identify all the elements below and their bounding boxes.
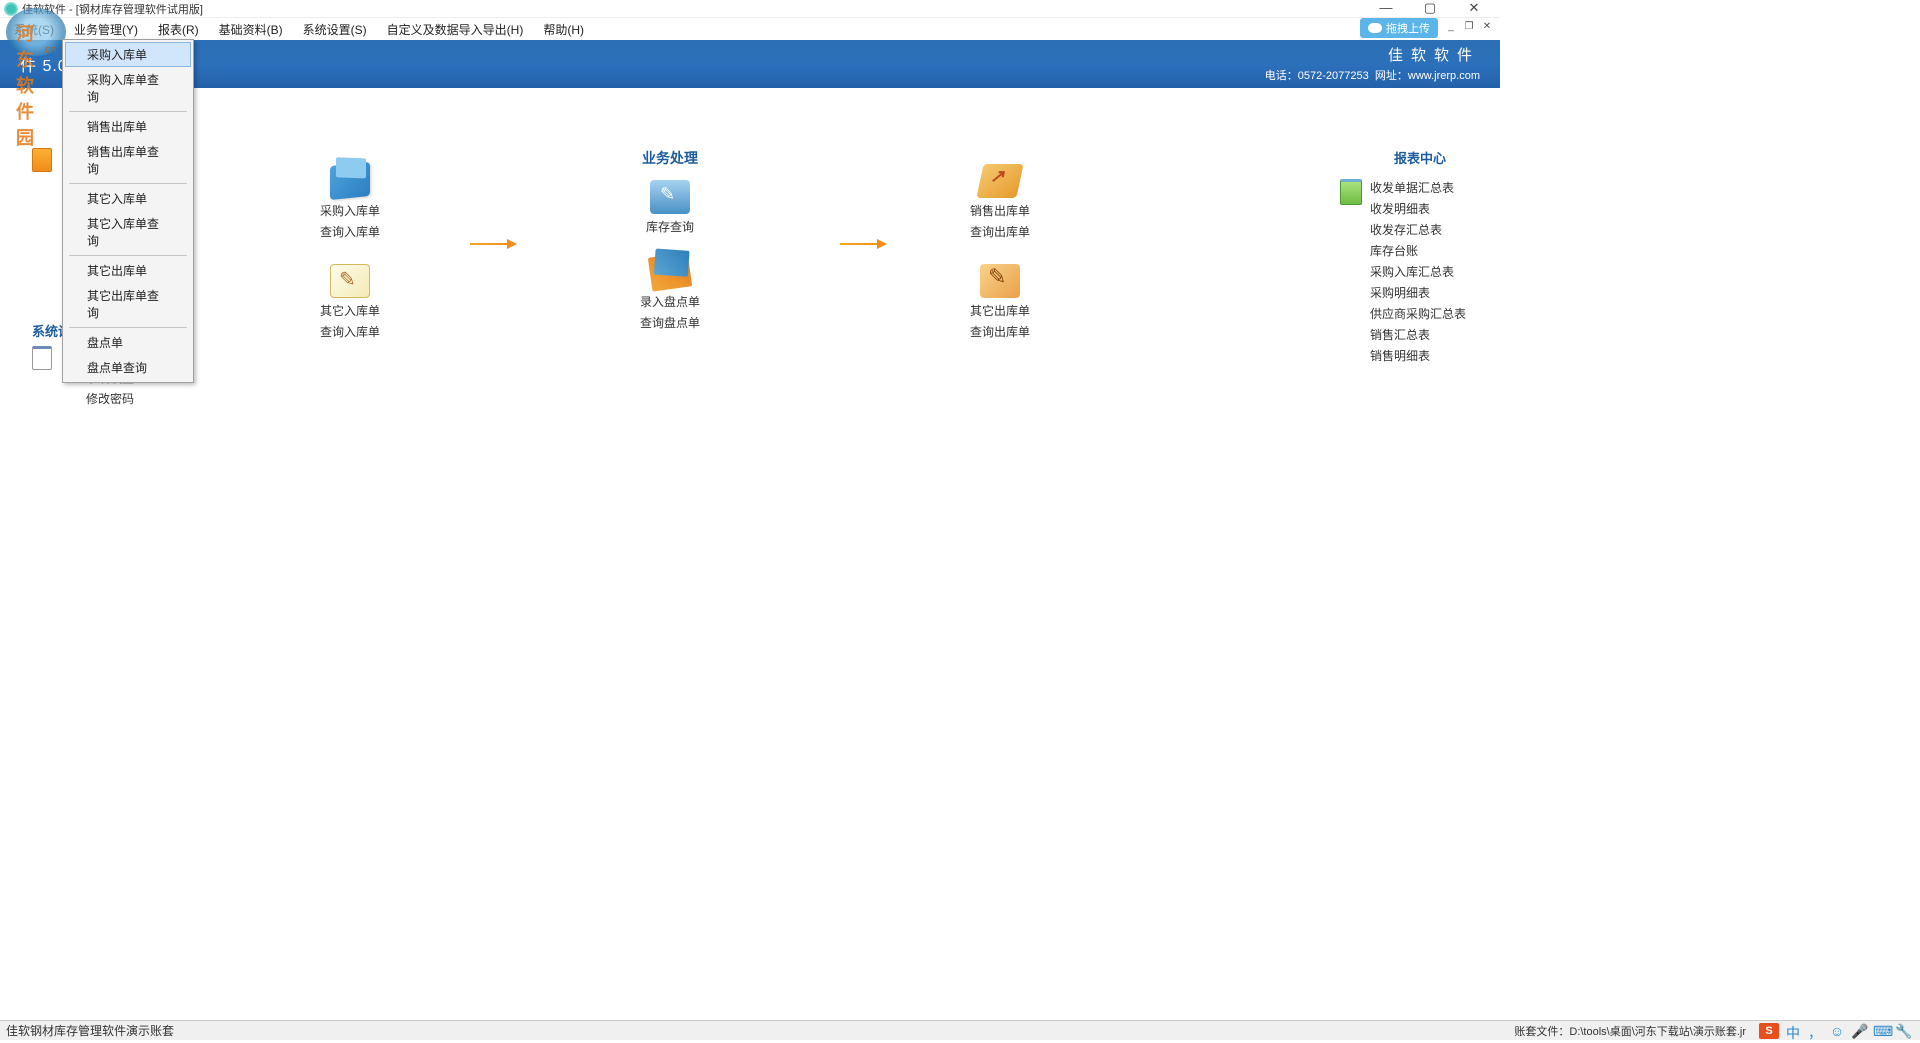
reports-panel: 报表中心 收发单据汇总表 收发明细表 收发存汇总表 库存台账 采购入库汇总表 采… [1340,88,1500,792]
ime-indicator[interactable]: S [1759,1023,1779,1039]
drag-upload-badge[interactable]: 拖拽上传 [1360,18,1438,38]
note-icon[interactable] [330,264,370,298]
calendar-icon [32,346,52,370]
mdi-restore-icon[interactable]: ❐ [1462,21,1476,35]
ime-mic-icon[interactable]: 🎤 [1851,1023,1867,1039]
dd-separator [69,255,187,256]
status-file-path: 账套文件：D:\tools\桌面\河东下载站\演示账套.jr [1514,1023,1746,1039]
report-item[interactable]: 收发明细表 [1370,198,1500,219]
flow-arrow-icon [470,243,514,245]
dd-purchase-in-query[interactable]: 采购入库单查询 [65,67,191,109]
report-item[interactable]: 销售汇总表 [1370,324,1500,345]
report-item[interactable]: 收发存汇总表 [1370,219,1500,240]
dd-other-out-query[interactable]: 其它出库单查询 [65,283,191,325]
report-icon [1340,179,1362,205]
flow-stock-query[interactable]: 库存查询 [640,218,700,235]
ime-punct-icon[interactable]: ， [1807,1023,1823,1039]
ime-emoji-icon[interactable]: ☺ [1829,1023,1845,1039]
workspace: 部门 仓库 客户 材质 产地 系统设置 打印模板设计 系统设置 修改密码 采购入… [0,88,1500,792]
status-bar: 佳软钢材库存管理软件演示账套 账套文件：D:\tools\桌面\河东下载站\演示… [0,1020,1920,1040]
flow-column-process: 业务处理 库存查询 录入盘点单 查询盘点单 [640,148,700,335]
menu-system[interactable]: 系统(S) [4,18,64,41]
dd-sales-out[interactable]: 销售出库单 [65,114,191,139]
flow-other-out[interactable]: 其它出库单 [970,302,1030,319]
dd-other-in[interactable]: 其它入库单 [65,186,191,211]
menu-custom-import-export[interactable]: 自定义及数据导入导出(H) [377,18,534,41]
upload-badge-label: 拖拽上传 [1386,20,1430,36]
ime-settings-icon[interactable]: 🔧 [1895,1023,1911,1039]
flow-other-in[interactable]: 其它入库单 [320,302,380,319]
menu-help[interactable]: 帮助(H) [533,18,594,41]
canvas: 采购入库单 查询入库单 其它入库单 查询入库单 业务处理 库存查询 录入盘点单 … [170,88,1340,792]
ime-keyboard-icon[interactable]: ⌨ [1873,1023,1889,1039]
flow-query-sales-out[interactable]: 查询出库单 [970,223,1030,240]
mdi-minimize-icon[interactable]: _ [1444,21,1458,35]
banner-brand: 佳软软件 [1265,44,1480,65]
banner-title: 件 5.0 [20,52,68,76]
report-item[interactable]: 供应商采购汇总表 [1370,303,1500,324]
dd-inventory-check[interactable]: 盘点单 [65,330,191,355]
reports-title: 报表中心 [1340,148,1500,167]
banner-contact: 电话：0572-2077253 网址：www.jrerp.com [1265,67,1480,83]
menu-bar: 系统(S) 业务管理(Y) 报表(R) 基础资料(B) 系统设置(S) 自定义及… [0,18,1500,40]
cloud-icon [1368,23,1382,33]
dd-other-in-query[interactable]: 其它入库单查询 [65,211,191,253]
report-item[interactable]: 收发单据汇总表 [1370,177,1500,198]
report-item[interactable]: 采购入库汇总表 [1370,261,1500,282]
nav-group-icon [32,148,52,172]
flow-query-in[interactable]: 查询入库单 [320,223,380,240]
dd-sales-out-query[interactable]: 销售出库单查询 [65,139,191,181]
dd-separator [69,183,187,184]
folder-icon[interactable] [330,162,370,200]
flow-query-check[interactable]: 查询盘点单 [640,314,700,331]
status-left-text: 佳软钢材库存管理软件演示账套 [6,1022,174,1039]
flow-input-check[interactable]: 录入盘点单 [640,293,700,310]
books-icon[interactable] [648,252,692,291]
menu-settings[interactable]: 系统设置(S) [293,18,377,41]
menu-reports[interactable]: 报表(R) [148,18,209,41]
mdi-close-icon[interactable]: ✕ [1480,21,1494,35]
dd-separator [69,327,187,328]
box-icon[interactable] [650,180,690,214]
ime-lang-icon[interactable]: 中 [1785,1023,1801,1039]
flow-sales-out[interactable]: 销售出库单 [970,202,1030,219]
flow-query-other-out[interactable]: 查询出库单 [970,323,1030,340]
dd-inventory-check-query[interactable]: 盘点单查询 [65,355,191,380]
flow-title-process: 业务处理 [640,148,700,168]
app-banner: 件 5.0 佳软软件 电话：0572-2077253 网址：www.jrerp.… [0,40,1500,88]
flow-arrow-icon [840,243,884,245]
dd-other-out[interactable]: 其它出库单 [65,258,191,283]
flow-query-other-in[interactable]: 查询入库单 [320,323,380,340]
app-icon [4,2,18,16]
flow-purchase-in[interactable]: 采购入库单 [320,202,380,219]
pen-icon[interactable] [980,264,1020,298]
report-item[interactable]: 销售明细表 [1370,345,1500,366]
title-bar: 佳软软件 - [钢材库存管理软件试用版] — ▢ ✕ [0,0,1500,18]
dd-purchase-in[interactable]: 采购入库单 [65,42,191,67]
menu-business[interactable]: 业务管理(Y) [64,18,148,41]
report-item[interactable]: 采购明细表 [1370,282,1500,303]
window-title: 佳软软件 - [钢材库存管理软件试用版] [22,1,203,17]
flow-column-sales: 销售出库单 查询出库单 其它出库单 查询出库单 [970,148,1030,344]
business-dropdown-menu: 采购入库单 采购入库单查询 销售出库单 销售出库单查询 其它入库单 其它入库单查… [62,39,194,383]
minimize-button[interactable]: — [1364,0,1408,18]
flow-column-purchase: 采购入库单 查询入库单 其它入库单 查询入库单 [320,158,380,344]
ship-out-icon[interactable] [976,164,1023,198]
nav-item-change-password[interactable]: 修改密码 [58,388,170,409]
menu-basic-data[interactable]: 基础资料(B) [209,18,293,41]
maximize-button[interactable]: ▢ [1408,0,1452,18]
report-item[interactable]: 库存台账 [1370,240,1500,261]
close-button[interactable]: ✕ [1452,0,1496,18]
dd-separator [69,111,187,112]
